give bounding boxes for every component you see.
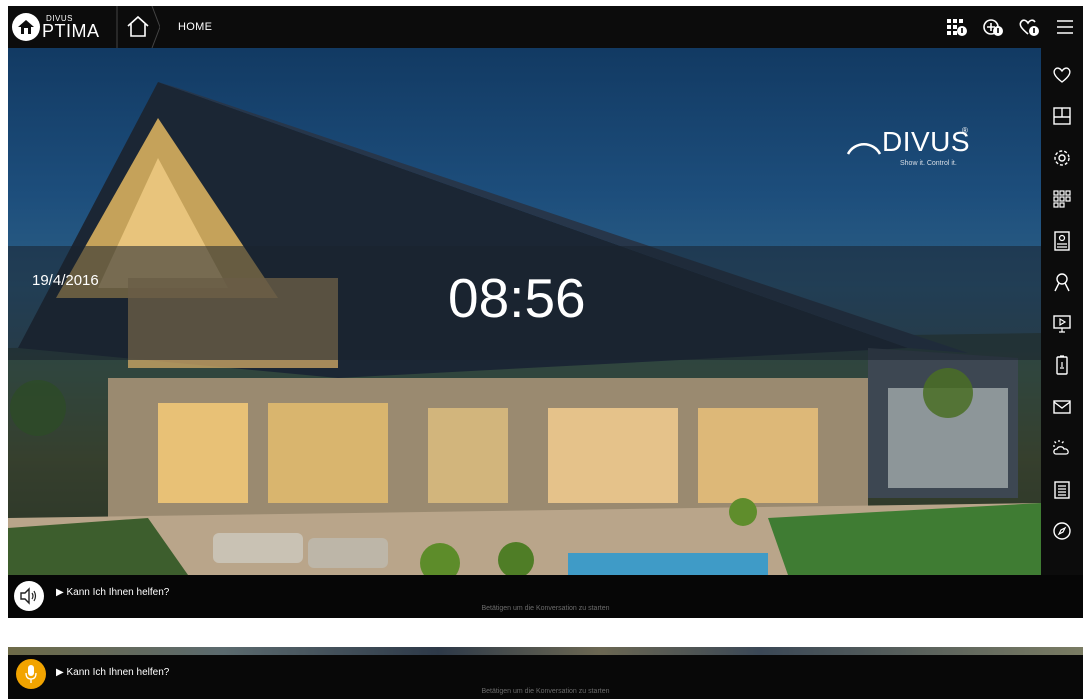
speaker-icon: [20, 587, 37, 605]
divus-brand-logo: DIVUS ® Show it. Control it.: [844, 120, 974, 170]
assistant-prompt-active: ▶ Kann Ich Ihnen helfen?: [56, 667, 170, 678]
home-badge-icon: [12, 13, 40, 41]
top-bar: DIVUS PTIMA HOME: [8, 6, 1083, 48]
assistant-hint: Betätigen um die Konversation zu starten: [481, 605, 610, 612]
heart-icon[interactable]: [1041, 54, 1083, 96]
assistant-prompt: ▶ Kann Ich Ihnen helfen?: [56, 587, 170, 598]
apps-grid-icon[interactable]: [1041, 179, 1083, 221]
voice-assistant-active-panel: ▶ Kann Ich Ihnen helfen? Betätigen um di…: [8, 647, 1083, 699]
house-background-image: 19/4/2016 08:56 DIVUS ® Show it. Control…: [8, 48, 1041, 575]
heart-info-icon[interactable]: [1011, 6, 1047, 48]
voice-assistant-active-bar[interactable]: ▶ Kann Ich Ihnen helfen? Betätigen um di…: [8, 655, 1083, 699]
compass-icon[interactable]: [1041, 511, 1083, 553]
intercom-icon[interactable]: [1041, 220, 1083, 262]
floorplan-icon[interactable]: [1041, 96, 1083, 138]
presentation-icon[interactable]: [1041, 303, 1083, 345]
microphone-icon: [25, 665, 37, 683]
assistant-hint-active: Betätigen um die Konversation zu starten: [481, 688, 610, 695]
brand-tagline: Show it. Control it.: [900, 160, 957, 167]
registered-mark: ®: [962, 126, 968, 135]
header-actions: [939, 6, 1083, 48]
clock-display: 08:56: [448, 267, 586, 329]
weather-icon[interactable]: [1041, 428, 1083, 470]
brand-name: DIVUS: [882, 126, 971, 157]
home-button[interactable]: [116, 6, 160, 48]
battery-phone-icon[interactable]: [1041, 345, 1083, 387]
arc-logo-icon: [846, 143, 882, 155]
notes-icon[interactable]: [1041, 469, 1083, 511]
settings-gear-icon[interactable]: [1041, 137, 1083, 179]
add-globe-info-icon[interactable]: [975, 6, 1011, 48]
qr-grid-info-icon[interactable]: [939, 6, 975, 48]
microphone-button[interactable]: [16, 659, 46, 689]
date-display: 19/4/2016: [32, 272, 99, 289]
breadcrumb-home-label[interactable]: HOME: [178, 21, 212, 33]
home-icon: [116, 6, 160, 48]
brand-big: PTIMA: [42, 21, 100, 41]
app-window: 19/4/2016 08:56 DIVUS ® Show it. Control…: [8, 6, 1083, 618]
voice-assistant-bar[interactable]: ▶ Kann Ich Ihnen helfen? Betätigen um di…: [8, 575, 1083, 618]
mail-icon[interactable]: [1041, 386, 1083, 428]
right-sidebar: [1041, 48, 1083, 575]
menu-icon[interactable]: [1047, 6, 1083, 48]
optima-logo[interactable]: DIVUS PTIMA: [12, 12, 104, 42]
user-search-icon[interactable]: [1041, 262, 1083, 304]
breadcrumb: HOME: [116, 6, 212, 48]
background-strip: [8, 647, 1083, 655]
